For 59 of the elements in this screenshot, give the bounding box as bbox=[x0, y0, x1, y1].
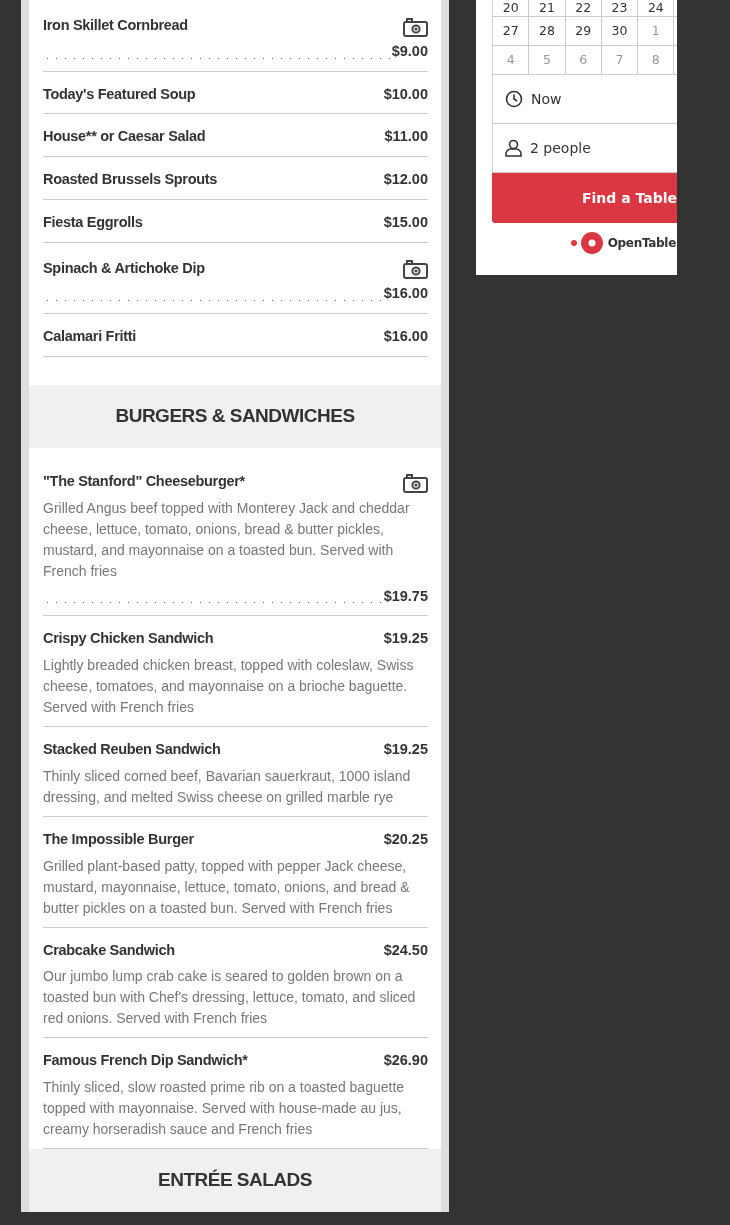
item-description: Our jumbo lump crab cake is seared to golden brown on a toasted bun with Chef's dressing, lettuce, tomato, and sliced red onions. Served with French fries bbox=[43, 967, 417, 1029]
calendar-day: 7 bbox=[601, 46, 639, 75]
item-price: $12.00 bbox=[383, 170, 428, 189]
calendar-day: 6 bbox=[565, 46, 602, 75]
item-description: Thinly sliced corned beef, Bavarian sauerkraut, 1000 island dressing, and melted Swiss cheese on grilled marble rye bbox=[43, 766, 412, 807]
section-heading: ENTRÉE SALADS bbox=[158, 1168, 312, 1193]
item-price: $20.25 bbox=[383, 829, 428, 849]
calendar-day[interactable]: 20 bbox=[493, 0, 530, 17]
calendar-day[interactable]: 29 bbox=[565, 17, 602, 46]
person-icon bbox=[505, 139, 522, 157]
item-price: $15.00 bbox=[383, 212, 428, 232]
camera-icon[interactable] bbox=[403, 16, 428, 37]
item-description: Grilled plant-based patty, topped with pepper Jack cheese, mustard, mayonnaise, lettuce, tomato, onions, and bread & butter pickles on a toasted bun. Served with French fries bbox=[43, 856, 411, 918]
item-name: House** or Caesar Salad bbox=[43, 127, 206, 147]
item-price: $19.25 bbox=[383, 740, 428, 759]
item-name: Calamari Fritti bbox=[43, 327, 136, 346]
calendar-day: 1 bbox=[638, 17, 675, 46]
item-description: Thinly sliced, slow roasted prime rib on a toasted baguette topped with mayonnaise. Served with house-made au jus, creamy horseradish sauce and French fries bbox=[43, 1078, 406, 1139]
item-price: $26.90 bbox=[383, 1051, 428, 1071]
item-name: Roasted Brussels Sprouts bbox=[43, 170, 218, 189]
brand-name: OpenTable bbox=[607, 235, 676, 252]
item-price: $16.00 bbox=[383, 327, 428, 346]
item-price: $11.00 bbox=[384, 127, 428, 147]
item-price: $16.00 bbox=[383, 284, 428, 304]
calendar-day[interactable]: 24 bbox=[638, 0, 675, 17]
item-price: $19.25 bbox=[383, 629, 428, 649]
item-name: The Impossible Burger bbox=[43, 829, 194, 849]
calendar-day: 5 bbox=[529, 46, 566, 75]
item-name: Famous French Dip Sandwich* bbox=[43, 1051, 248, 1071]
item-name: Stacked Reuben Sandwich bbox=[43, 740, 221, 759]
section-heading: BURGERS & SANDWICHES bbox=[115, 404, 355, 428]
logo-icon bbox=[570, 231, 604, 255]
item-name: Iron Skillet Cornbread bbox=[43, 16, 188, 35]
item-price: $19.75 bbox=[383, 586, 428, 606]
item-price: $10.00 bbox=[383, 84, 428, 104]
find-table-button[interactable]: Find a Table bbox=[492, 173, 677, 223]
item-name: Fiesta Eggrolls bbox=[43, 212, 143, 232]
item-description: Lightly breaded chicken breast, topped with coleslaw, Swiss cheese, tomatoes, and mayonnaise on a brioche baguette. Served with French fries bbox=[43, 656, 415, 717]
clock-icon bbox=[505, 90, 523, 108]
camera-icon[interactable] bbox=[403, 472, 428, 493]
calendar-day: 8 bbox=[638, 46, 675, 75]
calendar-day[interactable]: 22 bbox=[565, 0, 602, 17]
calendar-day[interactable]: 27 bbox=[493, 17, 530, 46]
item-name: Crabcake Sandwich bbox=[43, 940, 175, 960]
calendar-day[interactable]: 28 bbox=[529, 17, 566, 46]
item-name: Spinach & Artichoke Dip bbox=[43, 258, 205, 278]
time-select[interactable]: Now bbox=[531, 88, 562, 110]
party-size-select[interactable]: 2 people bbox=[530, 137, 591, 159]
calendar-day: 4 bbox=[493, 46, 530, 75]
item-name: "The Stanford" Cheeseburger* bbox=[43, 471, 245, 491]
item-name: Today's Featured Soup bbox=[43, 84, 196, 104]
calendar-day[interactable]: 30 bbox=[601, 17, 639, 46]
calendar-day[interactable]: 21 bbox=[529, 0, 566, 17]
calendar-day[interactable]: 23 bbox=[601, 0, 639, 17]
item-price: $9.00 bbox=[391, 41, 428, 61]
item-price: $24.50 bbox=[383, 940, 428, 960]
item-description: Grilled Angus beef topped with Monterey Jack and cheddar cheese, lettuce, tomato, onions, bread & butter pickles, mustard, and mayonnaise on a toasted bun. Served with French fries bbox=[43, 498, 411, 581]
item-name: Crispy Chicken Sandwich bbox=[43, 629, 214, 649]
camera-icon[interactable] bbox=[403, 259, 428, 280]
